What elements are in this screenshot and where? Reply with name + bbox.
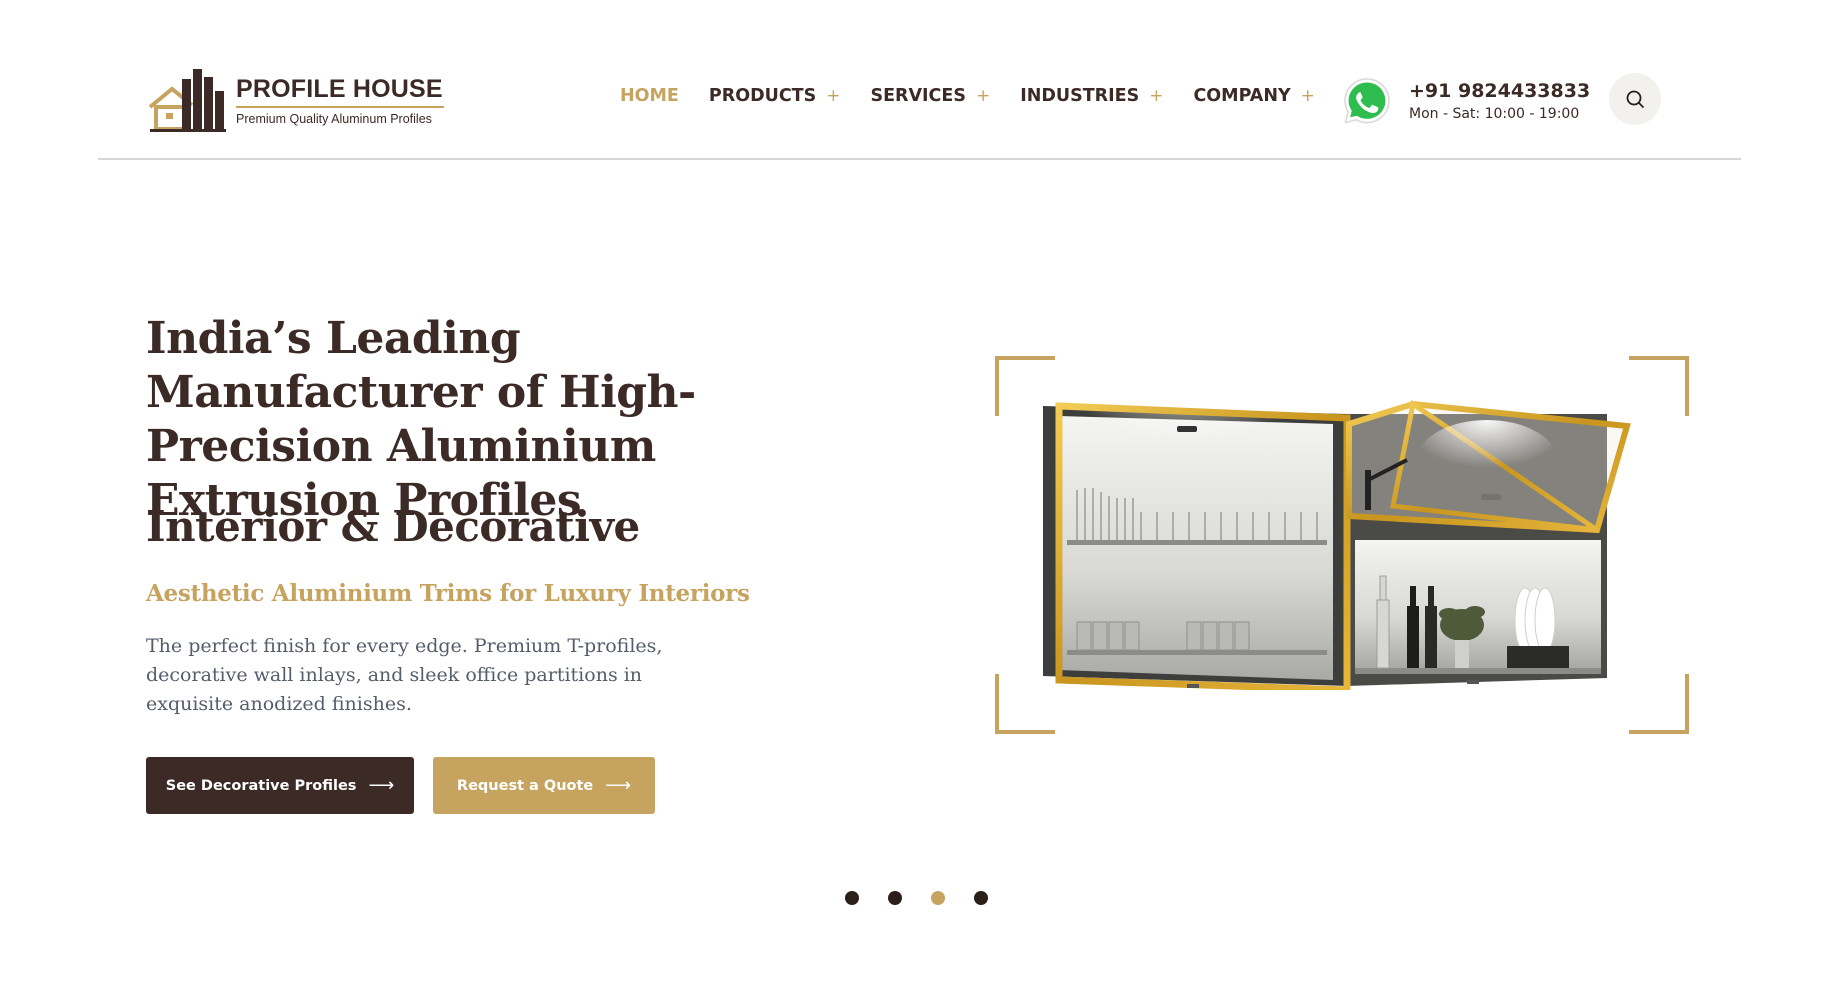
frame-corner	[1629, 356, 1689, 416]
nav-item-company[interactable]: COMPANY +	[1193, 86, 1314, 106]
slider-dots	[845, 891, 988, 905]
nav-item-label: HOME	[620, 86, 679, 106]
brand-logo[interactable]: PROFILE HOUSE Premium Quality Aluminum P…	[146, 67, 446, 133]
search-button[interactable]	[1609, 73, 1661, 125]
hero-title: India’s Leading Manufacturer of High-Pre…	[146, 313, 696, 526]
plus-icon: +	[1300, 86, 1315, 106]
nav-item-services[interactable]: SERVICES +	[870, 86, 990, 106]
nav-item-home[interactable]: HOME	[620, 86, 679, 106]
button-label: See Decorative Profiles	[165, 777, 357, 794]
site-header: PROFILE HOUSE Premium Quality Aluminum P…	[98, 0, 1741, 160]
hero-tagline: Aesthetic Aluminium Trims for Luxury Int…	[146, 580, 750, 607]
slider-dot-1[interactable]	[845, 891, 859, 905]
slider-dot-2[interactable]	[888, 891, 902, 905]
hero-subtitle: Interior & Decorative	[146, 502, 640, 551]
contact-info: +91 9824433833 Mon - Sat: 10:00 - 19:00	[1341, 75, 1590, 127]
nav-item-products[interactable]: PRODUCTS +	[709, 86, 841, 106]
see-decorative-profiles-button[interactable]: See Decorative Profiles ⟶	[146, 757, 414, 814]
hero-image-frame	[995, 356, 1689, 734]
slider-dot-3[interactable]	[931, 891, 945, 905]
hero-image	[1043, 400, 1631, 690]
frame-corner	[1629, 674, 1689, 734]
whatsapp-icon[interactable]	[1341, 75, 1393, 127]
search-icon	[1626, 90, 1644, 108]
main-nav: HOME PRODUCTS + SERVICES + INDUSTRIES + …	[620, 86, 1345, 106]
nav-item-label: INDUSTRIES	[1020, 86, 1140, 106]
arrow-right-icon: ⟶	[605, 775, 632, 796]
nav-item-industries[interactable]: INDUSTRIES +	[1020, 86, 1163, 106]
brand-divider	[236, 105, 444, 108]
plus-icon: +	[975, 86, 991, 106]
business-hours: Mon - Sat: 10:00 - 19:00	[1409, 106, 1580, 122]
plus-icon: +	[1149, 86, 1164, 106]
button-label: Request a Quote	[456, 777, 594, 794]
nav-item-label: PRODUCTS	[708, 86, 817, 106]
phone-number[interactable]: +91 9824433833	[1409, 80, 1590, 102]
nav-item-label: COMPANY	[1193, 86, 1291, 106]
plus-icon: +	[826, 86, 841, 106]
building-logo-icon	[148, 69, 226, 132]
slider-dot-4[interactable]	[974, 891, 988, 905]
request-quote-button[interactable]: Request a Quote ⟶	[433, 757, 655, 814]
brand-tagline: Premium Quality Aluminum Profiles	[236, 111, 432, 126]
hero-description: The perfect finish for every edge. Premi…	[146, 635, 663, 715]
brand-name: PROFILE HOUSE	[236, 74, 443, 103]
arrow-right-icon: ⟶	[368, 775, 395, 796]
nav-item-label: SERVICES	[870, 86, 966, 106]
